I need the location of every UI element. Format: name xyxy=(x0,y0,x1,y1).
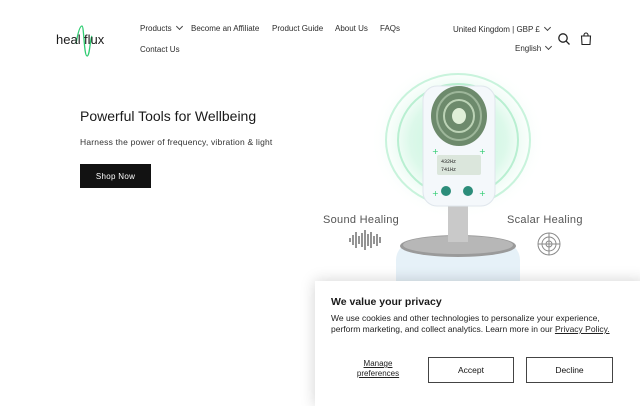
nav-item-faqs[interactable]: FAQs xyxy=(380,24,400,33)
shop-now-button[interactable]: Shop Now xyxy=(80,164,151,188)
nav-item-product-guide[interactable]: Product Guide xyxy=(272,24,323,33)
svg-text:+: + xyxy=(479,189,486,198)
nav-item-products[interactable]: Products xyxy=(140,22,183,33)
cookie-title: We value your privacy xyxy=(331,296,442,308)
cookie-banner: We value your privacy We use cookies and… xyxy=(315,281,640,406)
sound-wave-icon xyxy=(349,230,381,250)
device-screen-line-2: 741Hz xyxy=(441,167,456,173)
logo[interactable]: heal flux xyxy=(54,22,116,58)
manage-preferences-button[interactable]: Manage preferences xyxy=(345,359,411,379)
nav-item-affiliate[interactable]: Become an Affiliate xyxy=(191,24,259,33)
chevron-down-icon xyxy=(545,42,553,51)
scalar-spiral-icon xyxy=(537,232,561,256)
language-label: English xyxy=(515,44,542,53)
logo-text-flux: flux xyxy=(84,32,105,47)
scalar-healing-label: Scalar Healing xyxy=(507,214,583,226)
nav-item-contact[interactable]: Contact Us xyxy=(140,45,180,54)
country-label: United Kingdom | GBP £ xyxy=(453,25,540,34)
accept-button[interactable]: Accept xyxy=(428,357,514,383)
hero-title: Powerful Tools for Wellbeing xyxy=(80,108,257,124)
chevron-down-icon xyxy=(543,23,551,32)
hero-device-image: 432Hz 741Hz + + + + xyxy=(349,70,561,300)
svg-text:+: + xyxy=(479,147,486,156)
nav-item-about[interactable]: About Us xyxy=(335,24,368,33)
search-icon[interactable] xyxy=(557,32,571,46)
decline-button[interactable]: Decline xyxy=(526,357,613,383)
hero-subtitle: Harness the power of frequency, vibratio… xyxy=(80,137,273,147)
chevron-down-icon xyxy=(175,22,183,31)
svg-text:+: + xyxy=(432,147,439,156)
country-selector[interactable]: United Kingdom | GBP £ xyxy=(453,23,551,34)
language-selector[interactable]: English xyxy=(515,42,553,53)
nav-item-label: Products xyxy=(140,24,172,33)
svg-text:+: + xyxy=(432,189,439,198)
device-screen-line-1: 432Hz xyxy=(441,159,456,165)
cart-icon[interactable] xyxy=(579,32,593,46)
privacy-policy-link[interactable]: Privacy Policy. xyxy=(555,324,610,334)
logo-text-heal: heal xyxy=(56,32,81,47)
cookie-body: We use cookies and other technologies to… xyxy=(331,313,631,335)
sound-healing-label: Sound Healing xyxy=(323,214,400,226)
